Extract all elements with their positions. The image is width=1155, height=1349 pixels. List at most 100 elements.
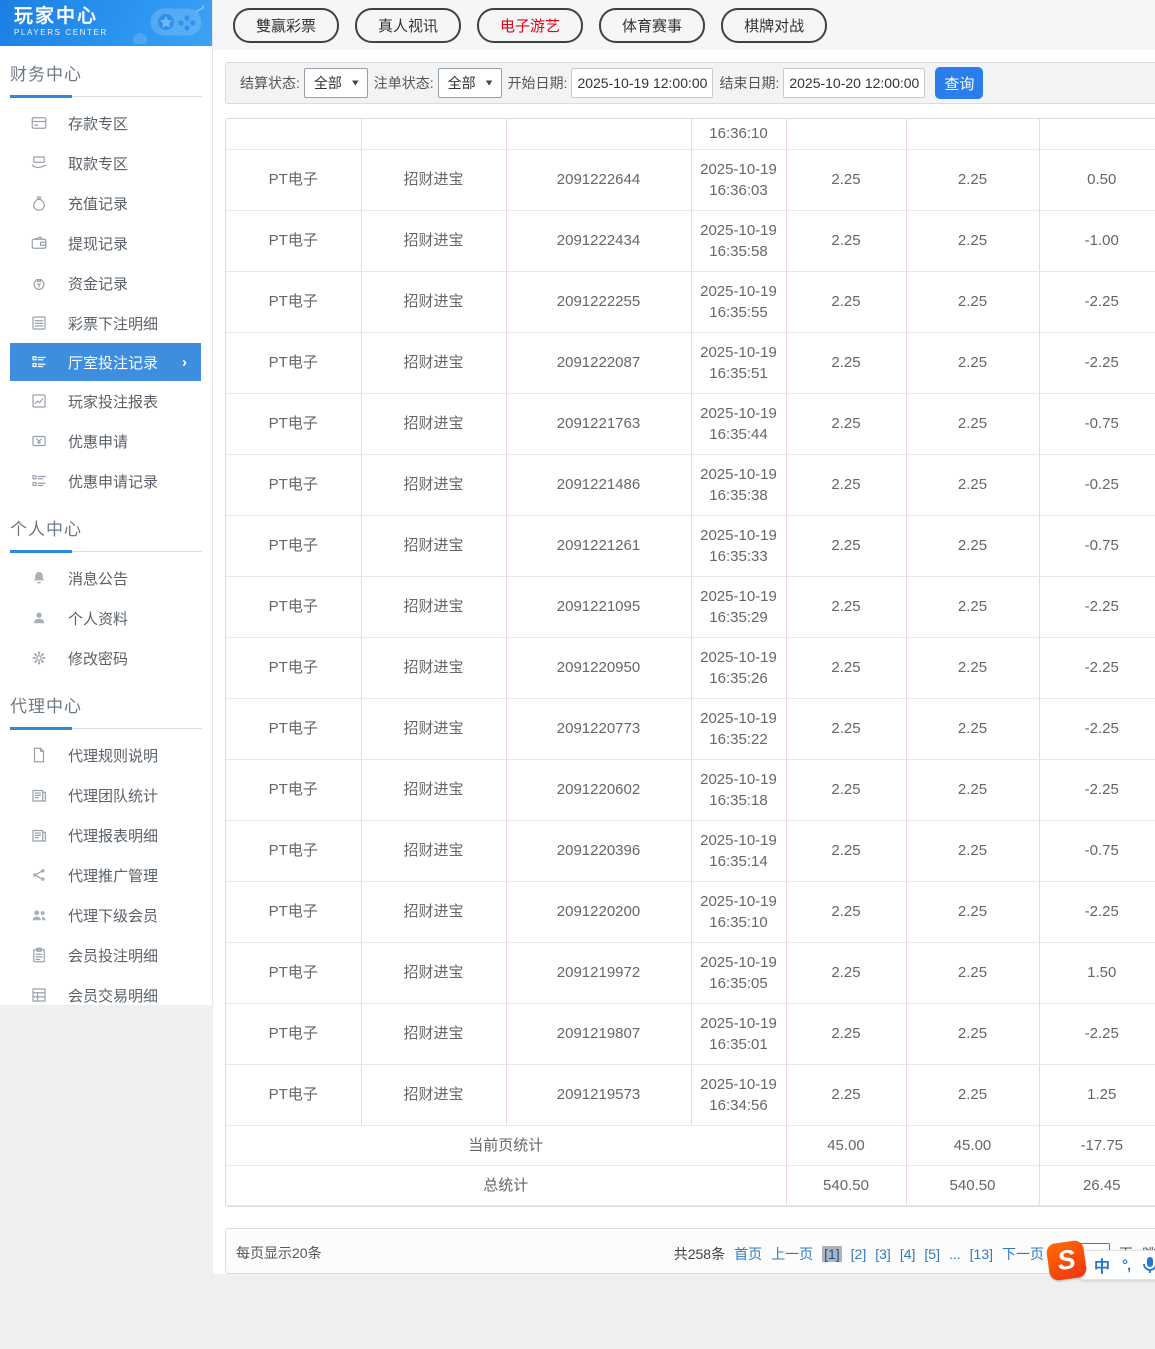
prev-page-link[interactable]: 上一页 <box>771 1244 813 1264</box>
cell-bet-time: 16:36:10 <box>691 119 787 150</box>
cell-bet-time: 2025-10-19 16:35:10 <box>691 881 787 943</box>
sidebar-section-title: 个人中心 <box>10 520 82 539</box>
report-detail-icon <box>32 829 46 842</box>
promo-apply-icon <box>32 435 46 447</box>
tab-棋牌对战[interactable]: 棋牌对战 <box>721 7 828 43</box>
cell-hall: PT电子 <box>226 881 362 943</box>
cell-valid-amount: 2.25 <box>906 820 1040 882</box>
table-row: PT电子 招财进宝 2091221095 2025-10-19 16:35:29 … <box>226 576 1155 638</box>
cell-order-id: 2091221261 <box>506 515 692 577</box>
cell-hall: PT电子 <box>226 515 362 577</box>
tab-电子游艺[interactable]: 电子游艺 <box>477 7 584 43</box>
ime-language-toggle[interactable]: 中 <box>1094 1253 1110 1277</box>
sidebar-item-修改密码[interactable]: 修改密码 <box>0 638 212 678</box>
cell-game: 招财进宝 <box>361 210 507 272</box>
sidebar-item-优惠申请记录[interactable]: 优惠申请记录 <box>0 461 212 501</box>
sub-members-icon <box>32 910 46 921</box>
first-page-link[interactable]: 首页 <box>734 1244 762 1264</box>
table-row: PT电子 招财进宝 2091222255 2025-10-19 16:35:55 … <box>226 271 1155 333</box>
cell-bet-amount: 2.25 <box>786 210 907 272</box>
start-date-input[interactable] <box>571 68 714 98</box>
tab-雙赢彩票[interactable]: 雙赢彩票 <box>233 7 340 43</box>
chevron-down-icon: ▼ <box>483 78 495 88</box>
page-link-5[interactable]: [5] <box>924 1246 940 1262</box>
cell-bet-amount: 2.25 <box>786 515 907 577</box>
sidebar-item-玩家投注报表[interactable]: 玩家投注报表 <box>0 381 212 421</box>
cell-winloss: 1.50 <box>1039 942 1155 1004</box>
cell-winloss: -0.75 <box>1039 515 1155 577</box>
sidebar-item-会员投注明细[interactable]: 会员投注明细 <box>0 935 212 975</box>
sidebar-item-存款专区[interactable]: 存款专区 <box>0 103 212 143</box>
page-link-13[interactable]: [13] <box>970 1246 993 1262</box>
sidebar-item-代理团队统计[interactable]: 代理团队统计 <box>0 775 212 815</box>
sidebar-item-代理推广管理[interactable]: 代理推广管理 <box>0 855 212 895</box>
cell-bet-amount: 2.25 <box>786 942 907 1004</box>
sidebar-item-label: 优惠申请记录 <box>68 473 159 491</box>
member-trans-doc-icon <box>32 988 46 1002</box>
sidebar-item-厅室投注记录[interactable]: 厅室投注记录 › <box>10 343 201 381</box>
sidebar-item-资金记录[interactable]: 资金记录 <box>0 263 212 303</box>
cell-valid-amount: 2.25 <box>906 393 1040 455</box>
page-link-2[interactable]: [2] <box>851 1246 867 1262</box>
sidebar-item-会员交易明细[interactable]: 会员交易明细 <box>0 975 212 1015</box>
sidebar-item-代理报表明细[interactable]: 代理报表明细 <box>0 815 212 855</box>
cell-hall <box>226 119 362 150</box>
sidebar-item-label: 玩家投注报表 <box>68 393 159 411</box>
table-row: PT电子 招财进宝 2091219972 2025-10-19 16:35:05 … <box>226 942 1155 1004</box>
query-button[interactable]: 查询 <box>935 67 984 99</box>
sidebar-item-提现记录[interactable]: 提现记录 <box>0 223 212 263</box>
cell-order-id: 2091220396 <box>506 820 692 882</box>
page-link-4[interactable]: [4] <box>900 1246 916 1262</box>
cell-winloss <box>1039 119 1155 150</box>
sidebar-item-取款专区[interactable]: 取款专区 <box>0 143 212 183</box>
table-row: PT电子 招财进宝 2091219573 2025-10-19 16:34:56 … <box>226 1064 1155 1126</box>
cell-game: 招财进宝 <box>361 332 507 394</box>
cell-valid-amount <box>906 119 1040 150</box>
cell-bet-time: 2025-10-19 16:35:18 <box>691 759 787 821</box>
cell-bet-amount: 2.25 <box>786 576 907 638</box>
cell-hall: PT电子 <box>226 759 362 821</box>
microphone-icon[interactable] <box>1142 1256 1155 1274</box>
profile-user-icon <box>33 612 45 624</box>
sidebar-item-个人资料[interactable]: 个人资料 <box>0 598 212 638</box>
cell-hall: PT电子 <box>226 942 362 1004</box>
page-link-1[interactable]: [1] <box>822 1246 842 1262</box>
sidebar-item-代理下级会员[interactable]: 代理下级会员 <box>0 895 212 935</box>
sidebar-item-label: 会员投注明细 <box>68 947 159 965</box>
table-row: PT电子 招财进宝 2091219807 2025-10-19 16:35:01 … <box>226 1003 1155 1065</box>
cell-hall: PT电子 <box>226 454 362 516</box>
start-date-label: 开始日期: <box>507 75 568 91</box>
cell-winloss: -2.25 <box>1039 271 1155 333</box>
order-status-select[interactable]: 全部 ▼ <box>437 68 502 98</box>
cell-bet-time: 2025-10-19 16:35:44 <box>691 393 787 455</box>
cell-bet-amount: 2.25 <box>786 1064 907 1126</box>
cell-bet-amount: 2.25 <box>786 881 907 943</box>
settle-status-value: 全部 <box>313 75 342 91</box>
settle-status-select[interactable]: 全部 ▼ <box>303 68 368 98</box>
sidebar-item-消息公告[interactable]: 消息公告 <box>0 558 212 598</box>
cell-bet-amount: 2.25 <box>786 637 907 699</box>
page-link-3[interactable]: [3] <box>875 1246 891 1262</box>
table-row: PT电子 招财进宝 2091220773 2025-10-19 16:35:22 … <box>226 698 1155 760</box>
sidebar-item-label: 代理报表明细 <box>68 827 159 845</box>
cell-game: 招财进宝 <box>361 149 507 211</box>
ime-punctuation-toggle[interactable]: °, <box>1122 1257 1131 1274</box>
sidebar-item-代理规则说明[interactable]: 代理规则说明 <box>0 735 212 775</box>
cell-order-id <box>506 119 692 150</box>
tab-体育赛事[interactable]: 体育赛事 <box>599 7 706 43</box>
cell-winloss: -2.25 <box>1039 881 1155 943</box>
withdraw-record-icon <box>31 236 47 249</box>
ime-logo-icon[interactable]: S <box>1045 1239 1088 1282</box>
cell-winloss: -2.25 <box>1039 1003 1155 1065</box>
end-date-input[interactable] <box>783 68 926 98</box>
summary-bet-amount: 540.50 <box>786 1165 907 1206</box>
tab-真人视讯[interactable]: 真人视讯 <box>355 7 462 43</box>
cell-valid-amount: 2.25 <box>906 271 1040 333</box>
cell-winloss: -2.25 <box>1039 698 1155 760</box>
table-row: PT电子 招财进宝 2091221763 2025-10-19 16:35:44 … <box>226 393 1155 455</box>
cell-bet-amount: 2.25 <box>786 759 907 821</box>
sidebar-item-优惠申请[interactable]: 优惠申请 <box>0 421 212 461</box>
sidebar-item-彩票下注明细[interactable]: 彩票下注明细 <box>0 303 212 343</box>
sidebar-item-充值记录[interactable]: 充值记录 <box>0 183 212 223</box>
next-page-link[interactable]: 下一页 <box>1002 1244 1044 1264</box>
